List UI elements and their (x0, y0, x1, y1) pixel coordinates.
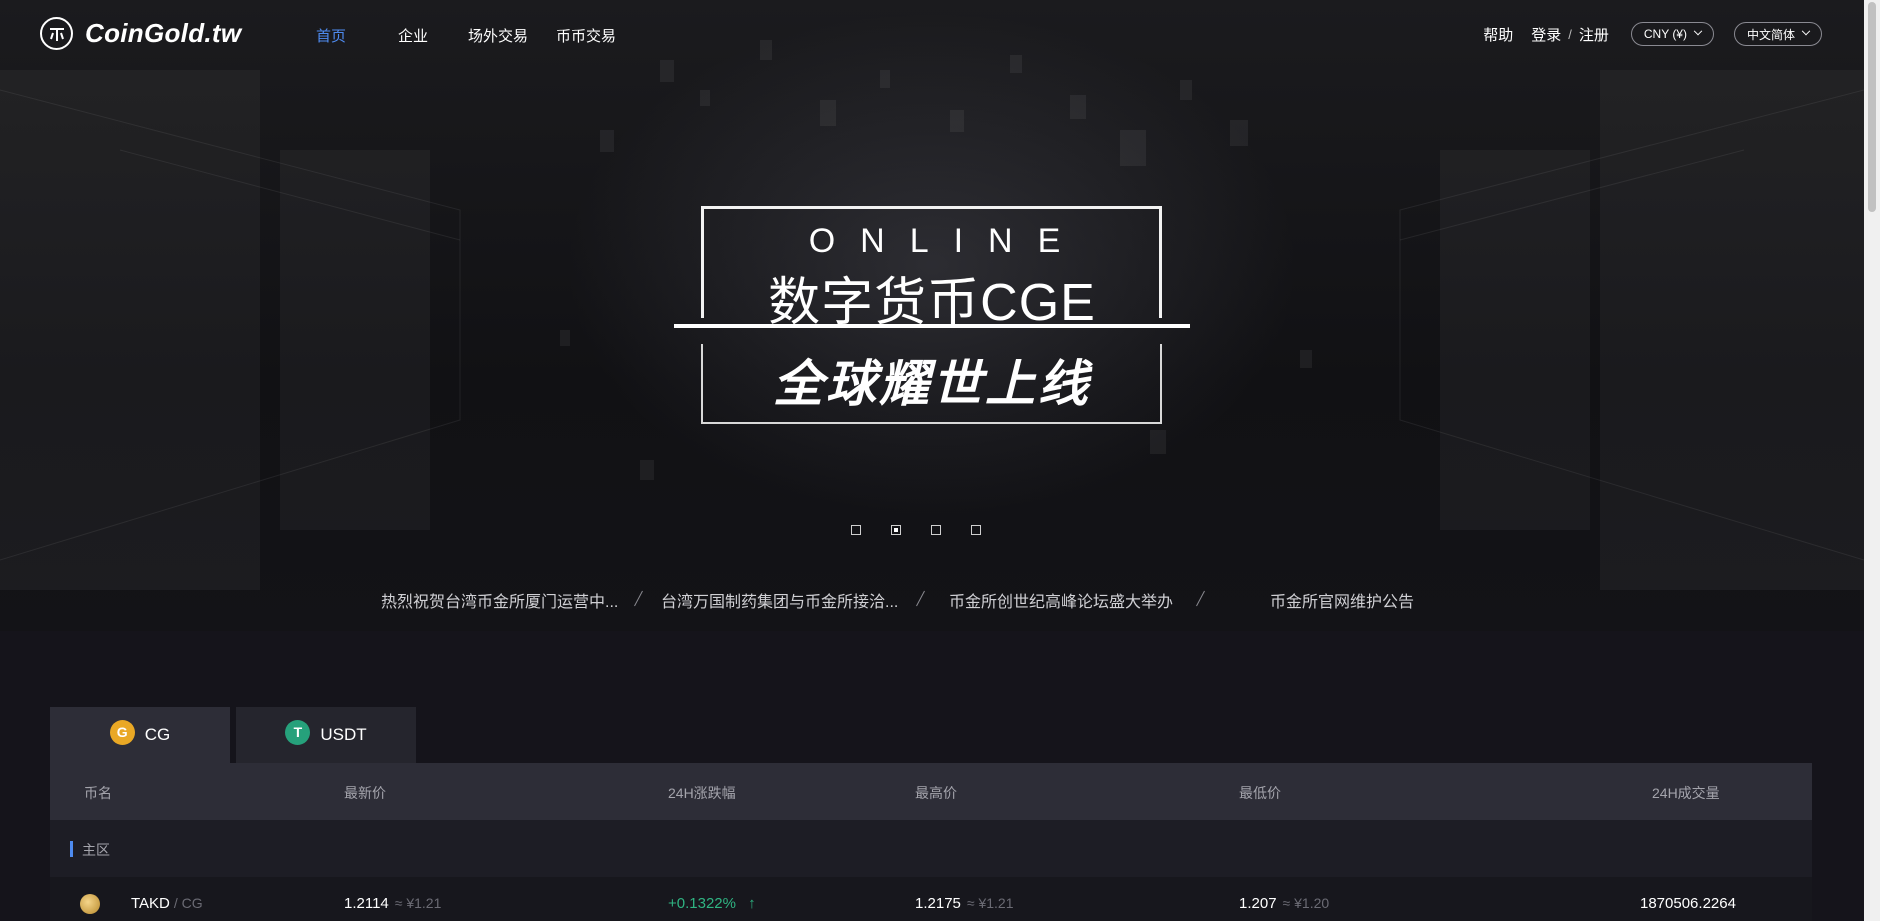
arrow-up-icon: ↑ (748, 895, 756, 912)
language-value: 中文简体 (1746, 27, 1795, 42)
hero-banner: CoinGold.tw 首页 企业 场外交易 币币交易 帮助 登录 / 注册 C… (0, 0, 1864, 631)
column-header-24h-change[interactable]: 24H涨跌幅 (668, 783, 736, 803)
low-price: 1.207 (1239, 895, 1277, 912)
column-header-high[interactable]: 最高价 (915, 783, 957, 803)
column-header-24h-volume[interactable]: 24H成交量 (1652, 783, 1720, 803)
zone-label: 主区 (82, 842, 110, 858)
last-price-cny: ≈ ¥1.21 (394, 895, 442, 911)
nav-right-actions: 帮助 登录 / 注册 CNY (¥) 中文简体 (1483, 22, 1822, 46)
news-separator (914, 590, 928, 606)
carousel-dot-4[interactable] (971, 525, 981, 535)
zone-header: 主区 (50, 820, 1812, 877)
tab-cg[interactable]: G CG (50, 707, 230, 763)
carousel-pagination (851, 525, 981, 535)
tab-label: CG (144, 725, 171, 744)
news-item[interactable]: 台湾万国制药集团与币金所接洽... (661, 588, 898, 612)
tab-label: USDT (320, 725, 367, 744)
news-ticker: 热烈祝贺台湾币金所厦门运营中... 台湾万国制药集团与币金所接洽... 币金所创… (0, 588, 1864, 612)
news-item[interactable]: 币金所官网维护公告 (1270, 588, 1414, 612)
language-selector[interactable]: 中文简体 (1733, 22, 1822, 46)
tab-usdt[interactable]: T USDT (236, 707, 416, 763)
news-item[interactable]: 币金所创世纪高峰论坛盛大举办 (949, 588, 1173, 612)
chevron-down-icon (1801, 26, 1811, 36)
page-scrollbar[interactable] (1864, 0, 1880, 921)
market-tabs: G CG T USDT (50, 707, 422, 763)
carousel-dot-2[interactable] (891, 525, 901, 535)
page: CoinGold.tw 首页 企业 场外交易 币币交易 帮助 登录 / 注册 C… (0, 0, 1880, 921)
coin-pair: / CG (173, 895, 203, 911)
volume-cell: 1870506.2264 (1640, 895, 1736, 912)
coin-cell: TAKD / CG (131, 895, 203, 912)
news-separator (1194, 590, 1208, 606)
nav-item-otc-trading[interactable]: 场外交易 (468, 25, 528, 46)
coin-name: TAKD (131, 895, 170, 912)
top-navigation: CoinGold.tw 首页 企业 场外交易 币币交易 帮助 登录 / 注册 C… (0, 0, 1864, 70)
news-separator (632, 590, 646, 606)
column-header-last-price[interactable]: 最新价 (344, 783, 386, 803)
change-cell: +0.1322% ↑ (668, 895, 756, 912)
usdt-coin-icon: T (285, 719, 311, 745)
banner-headline: 数字货币CGE (768, 274, 1096, 332)
nav-item-enterprise[interactable]: 企业 (398, 25, 428, 46)
scrollbar-thumb[interactable] (1868, 2, 1876, 212)
table-row[interactable]: TAKD / CG 1.2114 ≈ ¥1.21 +0.1322% ↑ 1.2175… (50, 877, 1812, 921)
last-price-cell: 1.2114 ≈ ¥1.21 (344, 895, 441, 912)
nav-item-home[interactable]: 首页 (316, 25, 346, 46)
login-register-separator: / (1568, 26, 1572, 42)
logo[interactable]: CoinGold.tw (40, 17, 241, 50)
currency-value: CNY (¥) (1643, 27, 1687, 41)
low-price-cny: ≈ ¥1.20 (1282, 895, 1330, 911)
table-header: 币名 最新价 24H涨跌幅 最高价 最低价 24H成交量 (50, 763, 1812, 820)
change-value: +0.1322% (668, 895, 736, 912)
main-menu: 首页 企业 场外交易 币币交易 (316, 25, 616, 46)
takd-coin-icon (80, 894, 100, 914)
high-price-cny: ≈ ¥1.21 (966, 895, 1014, 911)
help-link[interactable]: 帮助 (1483, 24, 1513, 45)
banner-slogan: 全球耀世上线 (773, 356, 1091, 412)
column-header-coin[interactable]: 币名 (84, 783, 112, 803)
zone-marker (70, 841, 73, 857)
last-price: 1.2114 (344, 895, 389, 912)
carousel-dot-1[interactable] (851, 525, 861, 535)
low-cell: 1.207 ≈ ¥1.20 (1239, 895, 1329, 912)
nav-item-coin-trading[interactable]: 币币交易 (556, 25, 616, 46)
banner-slide[interactable]: ONLINE 数字货币CGE 全球耀世上线 (674, 204, 1190, 424)
high-cell: 1.2175 ≈ ¥1.21 (915, 895, 1014, 912)
chevron-down-icon (1693, 26, 1703, 36)
banner-online-text: ONLINE (808, 222, 1086, 260)
column-header-low[interactable]: 最低价 (1239, 783, 1281, 803)
cg-coin-icon: G (109, 719, 135, 745)
market-table: 币名 最新价 24H涨跌幅 最高价 最低价 24H成交量 主区 TAKD / CG… (50, 763, 1812, 921)
high-price: 1.2175 (915, 895, 961, 912)
news-item[interactable]: 热烈祝贺台湾币金所厦门运营中... (381, 588, 618, 612)
logo-icon (40, 17, 73, 50)
login-link[interactable]: 登录 (1531, 24, 1561, 45)
carousel-dot-3[interactable] (931, 525, 941, 535)
logo-text: CoinGold.tw (85, 18, 242, 48)
currency-selector[interactable]: CNY (¥) (1630, 22, 1714, 46)
register-link[interactable]: 注册 (1579, 24, 1609, 45)
